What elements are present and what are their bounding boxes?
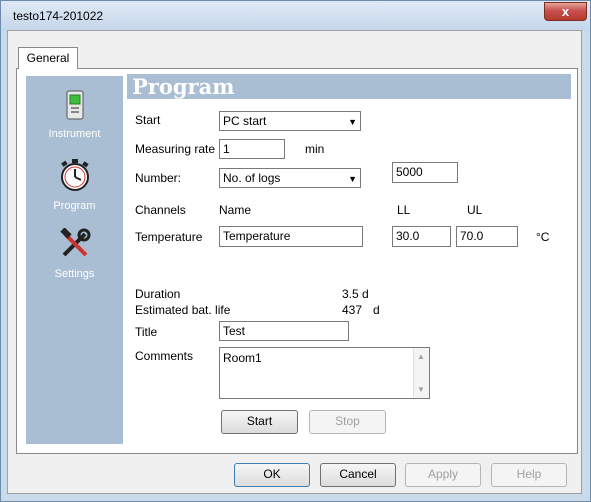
channel-label: Temperature [135, 230, 203, 244]
name-column-header: Name [219, 203, 252, 217]
title-label: Title [135, 325, 158, 339]
start-mode-value: PC start [223, 114, 267, 128]
scroll-down-icon[interactable]: ▼ [417, 385, 425, 394]
stop-button[interactable]: Stop [309, 410, 386, 434]
sidebar-item-label: Instrument [48, 128, 101, 140]
battery-life-unit: d [373, 303, 380, 317]
sidebar-item-instrument[interactable]: Instrument [26, 90, 123, 146]
number-of-logs-input[interactable]: 5000 [392, 162, 458, 183]
measuring-rate-label: Measuring rate [135, 142, 216, 156]
channel-name-input[interactable]: Temperature [219, 226, 363, 247]
device-icon [66, 90, 83, 120]
stopwatch-icon [60, 159, 89, 191]
comments-label: Comments [135, 349, 194, 363]
scroll-up-icon[interactable]: ▲ [417, 352, 425, 361]
comments-textarea[interactable]: Room1 ▲ ▼ [219, 347, 430, 399]
comments-scrollbar[interactable]: ▲ ▼ [413, 348, 429, 398]
tab-general[interactable]: General [18, 47, 78, 69]
temperature-unit: °C [536, 230, 550, 244]
battery-life-value: 437 [342, 303, 363, 317]
upper-limit-input[interactable]: 70.0 [456, 226, 518, 247]
window-title: testo174-201022 [13, 9, 104, 23]
number-label: Number: [135, 171, 182, 185]
duration-value: 3.5 d [342, 287, 369, 301]
sidebar-item-program[interactable]: Program [26, 158, 123, 214]
title-input[interactable]: Test [219, 321, 349, 341]
title-bar[interactable]: testo174-201022 x [1, 1, 590, 31]
measuring-rate-unit: min [305, 142, 325, 156]
duration-label: Duration [135, 287, 181, 301]
sidebar-item-label: Settings [54, 268, 95, 280]
chevron-down-icon: ▼ [348, 174, 357, 184]
tools-icon [59, 228, 90, 257]
ll-column-header: LL [397, 203, 411, 217]
chevron-down-icon: ▼ [348, 117, 357, 127]
battery-life-label: Estimated bat. life [135, 303, 231, 317]
cancel-button[interactable]: Cancel [320, 463, 396, 487]
start-label: Start [135, 113, 161, 127]
page-title: Program [132, 74, 235, 99]
number-mode-select[interactable]: No. of logs ▼ [219, 168, 361, 188]
number-mode-value: No. of logs [223, 171, 281, 185]
sidebar-item-settings[interactable]: Settings [26, 228, 123, 284]
ul-column-header: UL [467, 203, 483, 217]
apply-button[interactable]: Apply [405, 463, 481, 487]
ok-button[interactable]: OK [234, 463, 310, 487]
close-button[interactable]: x [544, 2, 587, 21]
lower-limit-input[interactable]: 30.0 [392, 226, 451, 247]
comments-value: Room1 [223, 351, 262, 365]
start-mode-select[interactable]: PC start ▼ [219, 111, 361, 131]
measuring-rate-input[interactable]: 1 [219, 139, 285, 159]
channels-label: Channels [135, 203, 186, 217]
help-button[interactable]: Help [491, 463, 567, 487]
sidebar-item-label: Program [53, 200, 96, 212]
start-button[interactable]: Start [221, 410, 298, 434]
sidebar-nav: Instrument Program Settings [26, 76, 123, 444]
section-header: Program [127, 74, 571, 99]
